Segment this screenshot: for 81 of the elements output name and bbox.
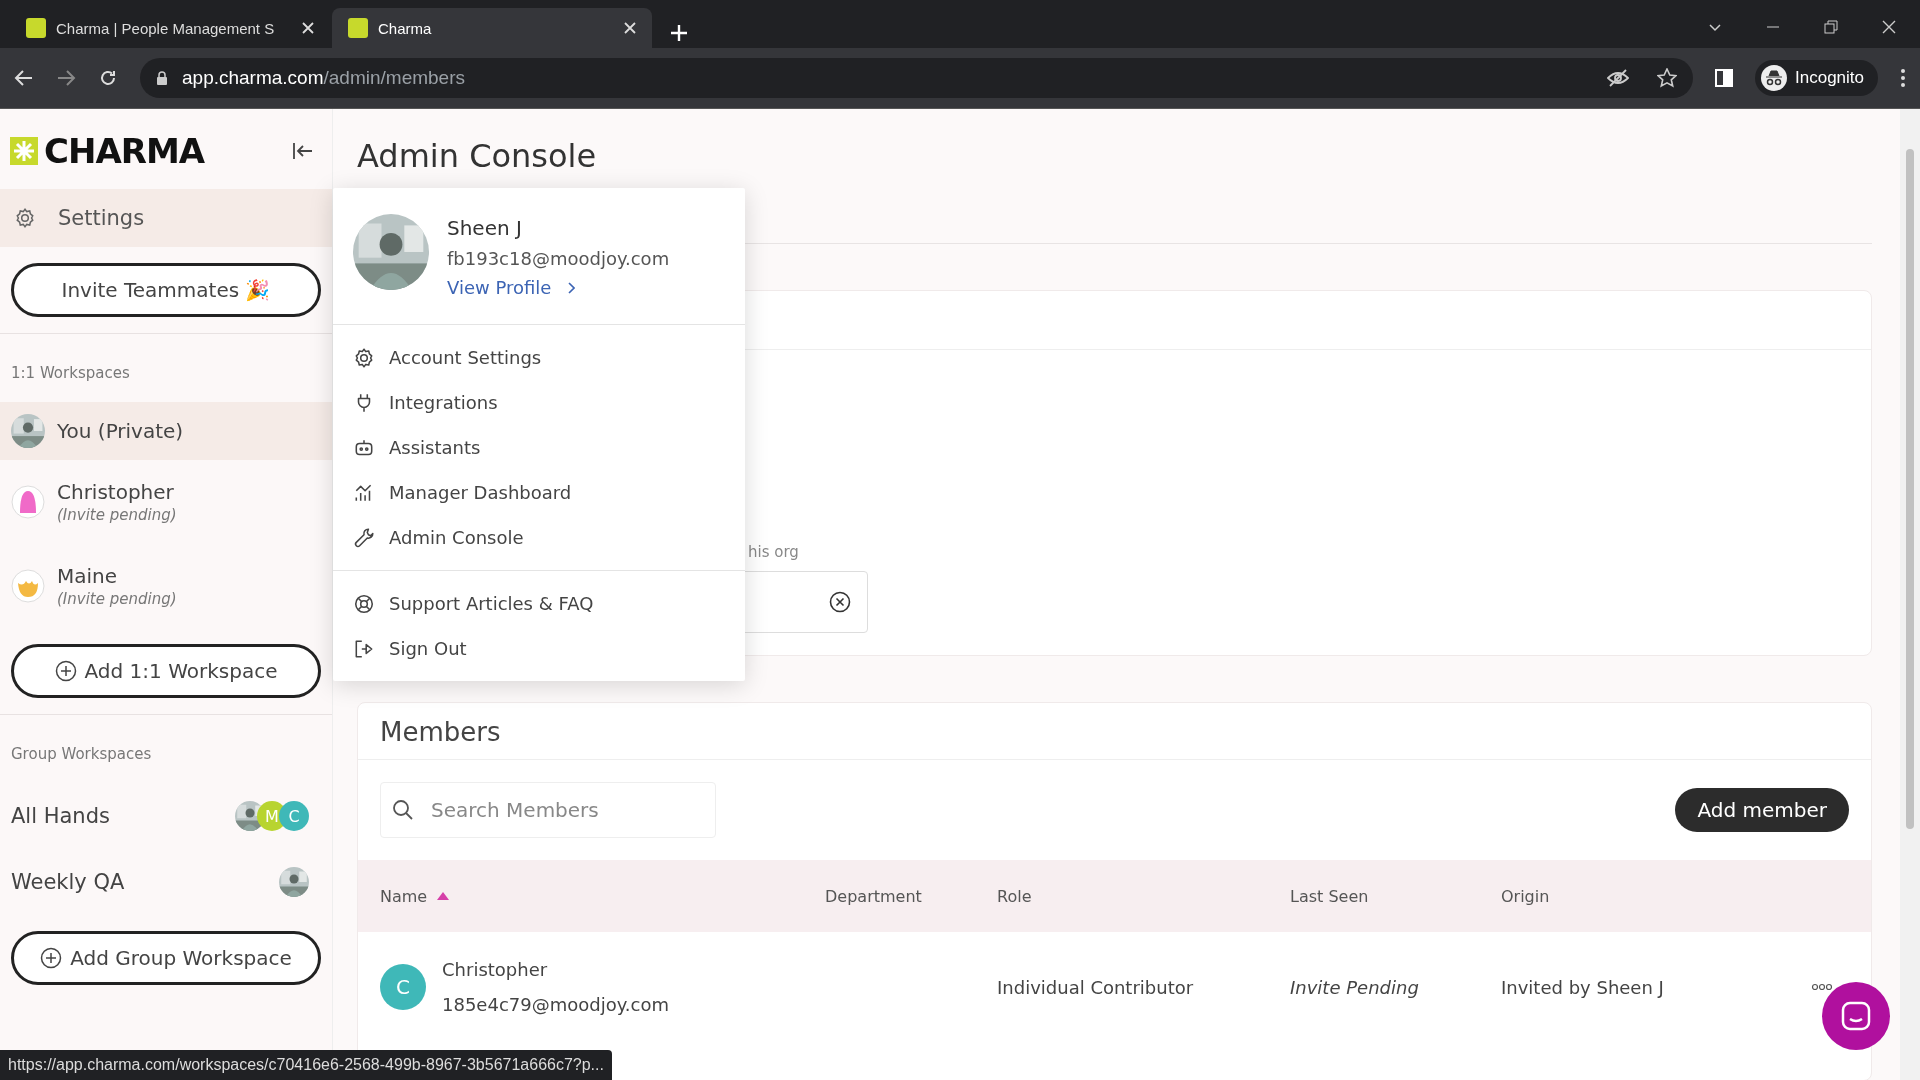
close-icon[interactable] xyxy=(1882,20,1896,34)
invite-status: (Invite pending) xyxy=(57,590,177,608)
invite-teammates-button[interactable]: Invite Teammates 🎉 xyxy=(11,263,321,317)
table-cell-text: Individual Contributor xyxy=(997,976,1195,998)
address-bar[interactable]: app.charma.com/admin/members xyxy=(140,58,1693,98)
workspace-item[interactable]: Christopher (Invite pending) xyxy=(0,460,332,544)
user-email: fb193c18@moodjoy.com xyxy=(447,248,670,269)
clear-icon[interactable] xyxy=(829,591,851,613)
workspace-name: Christopher xyxy=(57,480,175,504)
column-header[interactable]: Department xyxy=(825,886,997,906)
profile-button[interactable]: Incognito xyxy=(1755,60,1878,96)
back-icon[interactable] xyxy=(14,68,34,88)
gear-icon xyxy=(14,207,36,229)
column-header[interactable]: Last Seen xyxy=(1290,886,1501,906)
favicon-icon xyxy=(26,18,46,38)
logo-text: CHARMA xyxy=(44,131,205,171)
menu-item[interactable]: Admin Console xyxy=(333,515,745,560)
menu-item[interactable]: Support Articles & FAQ xyxy=(333,581,745,626)
avatar-icon xyxy=(11,569,45,603)
gear-icon xyxy=(353,346,375,369)
group-workspace-item[interactable]: All Hands xyxy=(11,804,110,828)
chat-icon xyxy=(1840,1000,1872,1032)
lifebuoy-icon xyxy=(353,592,375,615)
incognito-icon xyxy=(1761,65,1787,91)
add-workspace-button[interactable]: Add 1:1 Workspace xyxy=(11,644,321,698)
reload-icon[interactable] xyxy=(98,68,118,88)
lock-icon xyxy=(156,71,168,85)
member-avatar: C xyxy=(380,964,426,1010)
field-hint: his org xyxy=(747,543,800,561)
browser-tab[interactable]: Charma | People Management S xyxy=(10,8,330,48)
settings-item[interactable]: Settings xyxy=(0,189,332,247)
wrench-icon xyxy=(353,526,375,549)
menu-item[interactable]: Sign Out xyxy=(333,626,745,671)
add-member-button[interactable]: Add member xyxy=(1675,788,1849,832)
section-heading: Group Workspaces xyxy=(10,744,153,765)
user-name: Sheen J xyxy=(447,216,523,240)
chevron-right-icon xyxy=(567,281,576,294)
column-header[interactable]: Name xyxy=(380,886,428,906)
menu-item[interactable]: Integrations xyxy=(333,380,745,425)
menu-item[interactable]: Account Settings xyxy=(333,335,745,380)
star-icon[interactable] xyxy=(1657,68,1677,88)
workspace-item[interactable]: Maine (Invite pending) xyxy=(0,544,332,628)
side-panel-icon[interactable] xyxy=(1715,69,1733,87)
plus-circle-icon xyxy=(40,947,63,969)
close-icon[interactable] xyxy=(302,22,314,34)
workspace-item[interactable]: You (Private) xyxy=(0,402,332,460)
menu-item[interactable]: Assistants xyxy=(333,425,745,470)
menu-item[interactable]: Manager Dashboard xyxy=(333,470,745,515)
logo-icon xyxy=(10,137,38,165)
card-title: Members xyxy=(358,703,1871,760)
forward-icon[interactable] xyxy=(56,68,76,88)
plus-circle-icon xyxy=(54,660,77,682)
section-heading: 1:1 Workspaces xyxy=(10,363,131,384)
workspace-name: You (Private) xyxy=(57,419,184,443)
new-tab-icon[interactable] xyxy=(670,24,688,42)
collapse-icon[interactable] xyxy=(292,142,314,160)
eye-slash-icon[interactable] xyxy=(1607,68,1629,88)
favicon-icon xyxy=(348,18,368,38)
member-avatar: C xyxy=(279,801,309,831)
browser-tab[interactable]: Charma xyxy=(332,8,652,48)
member-email: 185e4c79@moodjoy.com xyxy=(442,994,669,1015)
group-workspace-item[interactable]: Weekly QA xyxy=(11,870,125,894)
workspace-name: Maine xyxy=(57,564,119,588)
invite-status: (Invite pending) xyxy=(57,506,177,524)
search-field[interactable]: Search Members xyxy=(380,782,716,838)
sort-up-icon[interactable] xyxy=(437,892,450,900)
restore-icon[interactable] xyxy=(1824,20,1838,34)
close-icon[interactable] xyxy=(624,22,636,34)
view-profile-link[interactable]: View Profile xyxy=(447,277,670,298)
column-header[interactable]: Origin xyxy=(1501,886,1811,906)
avatar-icon xyxy=(11,485,45,519)
search-icon xyxy=(392,799,414,821)
table-cell-text: Invite Pending xyxy=(1290,976,1420,998)
more-icon[interactable] xyxy=(1811,983,1833,991)
column-header[interactable]: Role xyxy=(997,886,1290,906)
menu-icon[interactable] xyxy=(1900,68,1906,88)
scrollbar-thumb[interactable] xyxy=(1906,149,1914,829)
member-name: Christopher xyxy=(442,959,549,980)
add-group-workspace-button[interactable]: Add Group Workspace xyxy=(11,931,321,985)
table-cell-text: Invited by Sheen J xyxy=(1501,976,1665,998)
status-url: https://app.charma.com/workspaces/c70416e6-2568-499b-8967-3b5671a666c7?p... xyxy=(0,1050,612,1080)
